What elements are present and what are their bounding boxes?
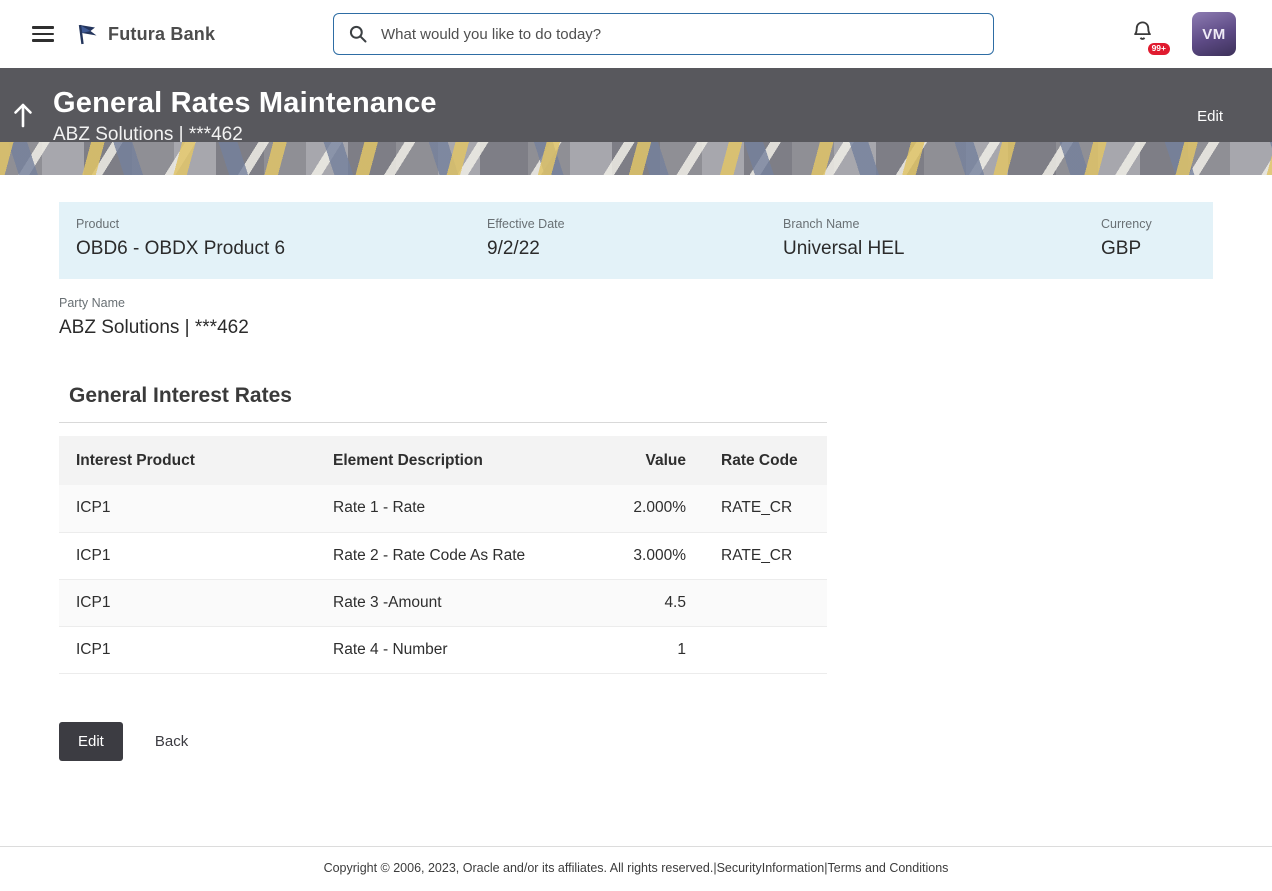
table-cell: Rate 1 - Rate (316, 485, 566, 532)
action-buttons: Edit Back (59, 722, 1213, 761)
page-title: General Rates Maintenance (53, 87, 437, 120)
field-label: Branch Name (783, 217, 1101, 231)
rates-table-body: ICP1Rate 1 - Rate2.000%RATE_CRICP1Rate 2… (59, 485, 827, 673)
page-header-banner: General Rates Maintenance ABZ Solutions … (0, 68, 1272, 175)
brand-logo[interactable]: Futura Bank (76, 23, 215, 46)
search-bar[interactable] (333, 13, 994, 55)
table-cell: 3.000% (566, 532, 686, 579)
effective-date-value: 9/2/22 (487, 238, 783, 260)
futura-bank-flag-icon (76, 23, 100, 46)
notification-bell-icon[interactable]: 99+ (1131, 15, 1160, 53)
table-cell (686, 626, 827, 673)
product-value: OBD6 - OBDX Product 6 (76, 238, 487, 260)
security-information-link[interactable]: SecurityInformation (717, 861, 825, 875)
table-row: ICP1Rate 3 -Amount4.5 (59, 579, 827, 626)
column-header-value: Value (566, 436, 686, 485)
table-cell: ICP1 (59, 485, 316, 532)
search-input[interactable] (379, 25, 979, 44)
field-label: Party Name (59, 296, 1213, 310)
section-title: General Interest Rates (59, 384, 827, 423)
table-row: ICP1Rate 1 - Rate2.000%RATE_CR (59, 485, 827, 532)
table-cell: 2.000% (566, 485, 686, 532)
summary-field-branch-name: Branch Name Universal HEL (783, 217, 1101, 260)
table-cell: RATE_CR (686, 485, 827, 532)
summary-field-currency: Currency GBP (1101, 217, 1213, 260)
summary-field-effective-date: Effective Date 9/2/22 (487, 217, 783, 260)
banner-decorative-pattern (0, 142, 1272, 175)
table-cell: Rate 3 -Amount (316, 579, 566, 626)
table-cell: Rate 2 - Rate Code As Rate (316, 532, 566, 579)
footer: Copyright © 2006, 2023, Oracle and/or it… (0, 846, 1272, 891)
topbar-right: 99+ VM (1131, 12, 1236, 56)
column-header-element-description: Element Description (316, 436, 566, 485)
brand-name: Futura Bank (108, 24, 215, 45)
table-cell (686, 579, 827, 626)
table-cell: Rate 4 - Number (316, 626, 566, 673)
table-cell: ICP1 (59, 579, 316, 626)
notification-badge: 99+ (1148, 43, 1170, 55)
search-icon (348, 24, 368, 44)
copyright-text: Copyright © 2006, 2023, Oracle and/or it… (324, 861, 714, 875)
branch-name-value: Universal HEL (783, 238, 1101, 260)
table-cell: RATE_CR (686, 532, 827, 579)
table-row: ICP1Rate 2 - Rate Code As Rate3.000%RATE… (59, 532, 827, 579)
field-label: Effective Date (487, 217, 783, 231)
table-row: ICP1Rate 4 - Number1 (59, 626, 827, 673)
party-name-value: ABZ Solutions | ***462 (59, 317, 1213, 339)
page: Futura Bank 99+ VM (0, 0, 1272, 891)
field-label: Product (76, 217, 487, 231)
main-content: Product OBD6 - OBDX Product 6 Effective … (0, 175, 1272, 846)
column-header-rate-code: Rate Code (686, 436, 827, 485)
field-label: Currency (1101, 217, 1213, 231)
summary-field-product: Product OBD6 - OBDX Product 6 (76, 217, 487, 260)
party-name-field: Party Name ABZ Solutions | ***462 (59, 296, 1213, 339)
table-cell: ICP1 (59, 532, 316, 579)
table-cell: 4.5 (566, 579, 686, 626)
back-button[interactable]: Back (141, 722, 202, 761)
terms-and-conditions-link[interactable]: Terms and Conditions (828, 861, 949, 875)
rates-table: Interest Product Element Description Val… (59, 436, 827, 674)
menu-icon[interactable] (32, 22, 54, 46)
topbar: Futura Bank 99+ VM (0, 0, 1272, 68)
currency-value: GBP (1101, 238, 1213, 260)
summary-card: Product OBD6 - OBDX Product 6 Effective … (59, 202, 1213, 279)
scroll-top-arrow-icon[interactable] (12, 101, 34, 128)
banner-edit-link[interactable]: Edit (1197, 108, 1223, 125)
rates-table-header: Interest Product Element Description Val… (59, 436, 827, 485)
avatar[interactable]: VM (1192, 12, 1236, 56)
table-cell: 1 (566, 626, 686, 673)
column-header-interest-product: Interest Product (59, 436, 316, 485)
table-cell: ICP1 (59, 626, 316, 673)
edit-button[interactable]: Edit (59, 722, 123, 761)
